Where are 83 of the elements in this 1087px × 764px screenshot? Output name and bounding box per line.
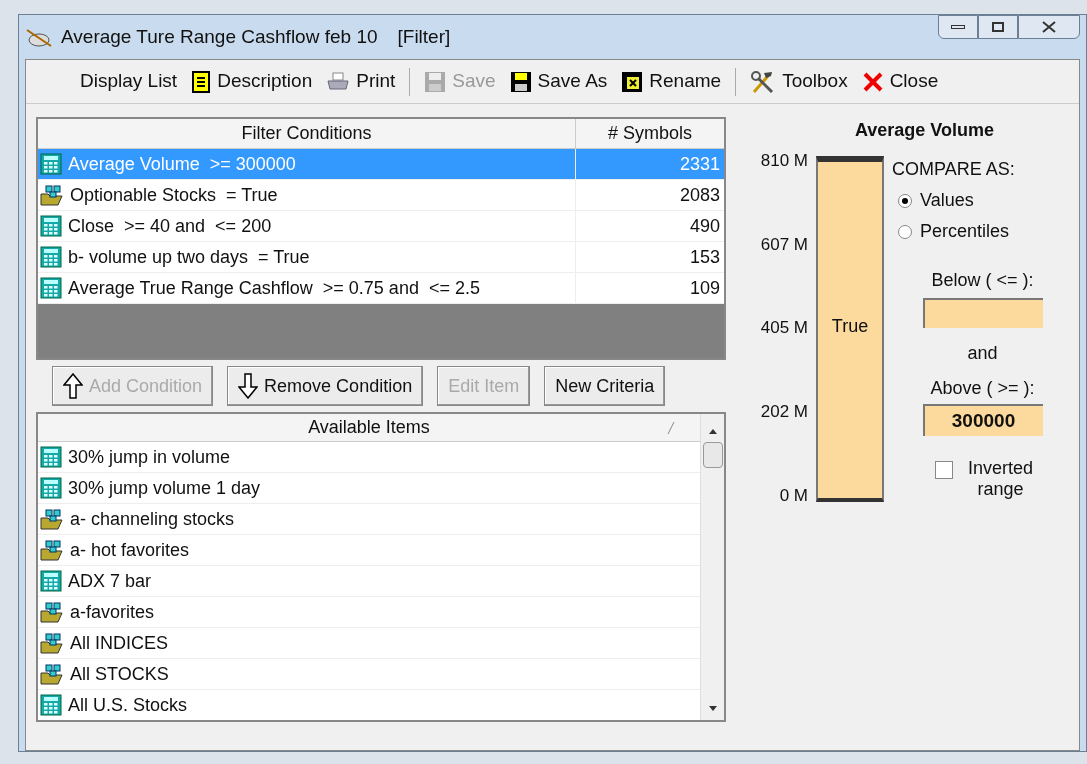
available-item[interactable]: All U.S. Stocks [38,690,700,720]
condition-text: Close >= 40 and <= 200 [68,214,272,238]
toolbar-button[interactable]: Description [187,67,317,96]
compare-label: COMPARE AS: [892,158,1015,181]
available-item[interactable]: a- channeling stocks [38,504,700,535]
toolbar-button[interactable]: Close [857,67,943,96]
symbol-count: 153 [689,245,720,269]
available-item[interactable]: 30% jump volume 1 day [38,473,700,504]
and-label: and [967,342,998,365]
available-item[interactable]: a- hot favorites [38,535,700,566]
above-label: Above ( >= ): [930,377,1035,400]
condition-row[interactable]: Average True Range Cashflow >= 0.75 and <= 2.5 109 [38,273,724,304]
available-item[interactable]: 30% jump in volume [38,442,700,473]
toolbar-button[interactable]: Rename [617,67,726,96]
scale-label: 607 M [759,233,808,256]
radio-button[interactable] [898,193,912,208]
scale-label: 0 M [778,484,808,507]
condition-text: Optionable Stocks = True [70,183,278,207]
folder-list-icon [40,632,64,654]
toolbar-button[interactable]: Save As [505,67,612,96]
condition-row[interactable]: Optionable Stocks = True 2083 [38,180,724,211]
condition-row[interactable]: Close >= 40 and <= 200 490 [38,211,724,242]
column-header[interactable]: Filter Conditions [38,119,576,148]
column-header[interactable]: Available Items [38,414,700,442]
rename-icon [621,70,644,93]
maximize-button[interactable] [978,15,1018,39]
close-icon [861,70,884,93]
down-arrow-icon [238,373,259,399]
scale-label: 810 M [759,150,808,172]
close-window-button[interactable] [1018,15,1080,39]
toolbar-button[interactable]: Print [322,67,400,96]
calculator-icon [40,153,62,175]
symbol-count: 2083 [679,183,720,207]
sort-indicator-icon [666,420,676,435]
calculator-icon [40,446,62,468]
radio-option[interactable]: Percentiles [898,218,1010,245]
toolbar-button[interactable]: Display List [76,67,182,96]
minimize-button[interactable] [938,15,978,39]
calculator-icon [40,694,62,716]
calculator-icon [40,246,62,268]
symbol-count: 2331 [679,152,720,176]
document-icon [191,70,212,93]
condition-text: b- volume up two days = True [68,245,310,269]
calculator-icon [40,570,62,592]
folder-list-icon [40,601,64,623]
action-button[interactable]: Remove Condition [227,366,424,406]
toolbar-button[interactable]: Toolbox [746,67,852,96]
scroll-thumb[interactable] [702,442,723,468]
calculator-icon [40,477,62,499]
condition-row[interactable]: b- volume up two days = True 153 [38,242,724,273]
column-header[interactable]: # Symbols [576,119,724,148]
calculator-icon [40,277,62,299]
folder-list-icon [40,539,64,561]
folder-list-icon [40,508,64,530]
printer-icon [326,71,351,92]
below-field[interactable] [922,298,1043,328]
condition-text: Average True Range Cashflow >= 0.75 and <= 2.5 [68,276,480,300]
condition-text: Average Volume >= 300000 [68,152,296,176]
window-title: Average Ture Range Cashflow feb 10 [61,24,378,49]
radio-button[interactable] [898,224,912,239]
radio-option[interactable]: Values [898,187,974,214]
window-tag: [Filter] [397,22,451,52]
checkbox[interactable] [934,461,953,479]
scale-label: 405 M [759,317,808,340]
available-item[interactable]: ADX 7 bar [38,566,700,597]
available-item[interactable]: All STOCKS [38,659,700,690]
close-icon [1042,21,1056,33]
symbol-count: 109 [689,276,720,300]
range-bar[interactable]: True [816,156,884,502]
available-item[interactable]: All INDICES [38,628,700,659]
range-title: Average Volume [853,119,996,142]
below-label: Below ( <= ): [931,269,1034,292]
checkbox-label[interactable]: Inverted range [960,458,1041,500]
calculator-icon [40,215,62,237]
above-field[interactable]: 300000 [922,404,1043,436]
available-item[interactable]: a-favorites [38,597,700,628]
up-arrow-icon [63,373,83,399]
scale-label: 202 M [759,400,808,423]
range-bar-label: True [831,314,869,338]
folder-list-icon [40,663,64,685]
action-button[interactable]: New Criteria [544,366,666,406]
symbol-count: 490 [689,214,720,238]
folder-list-icon [40,184,64,206]
